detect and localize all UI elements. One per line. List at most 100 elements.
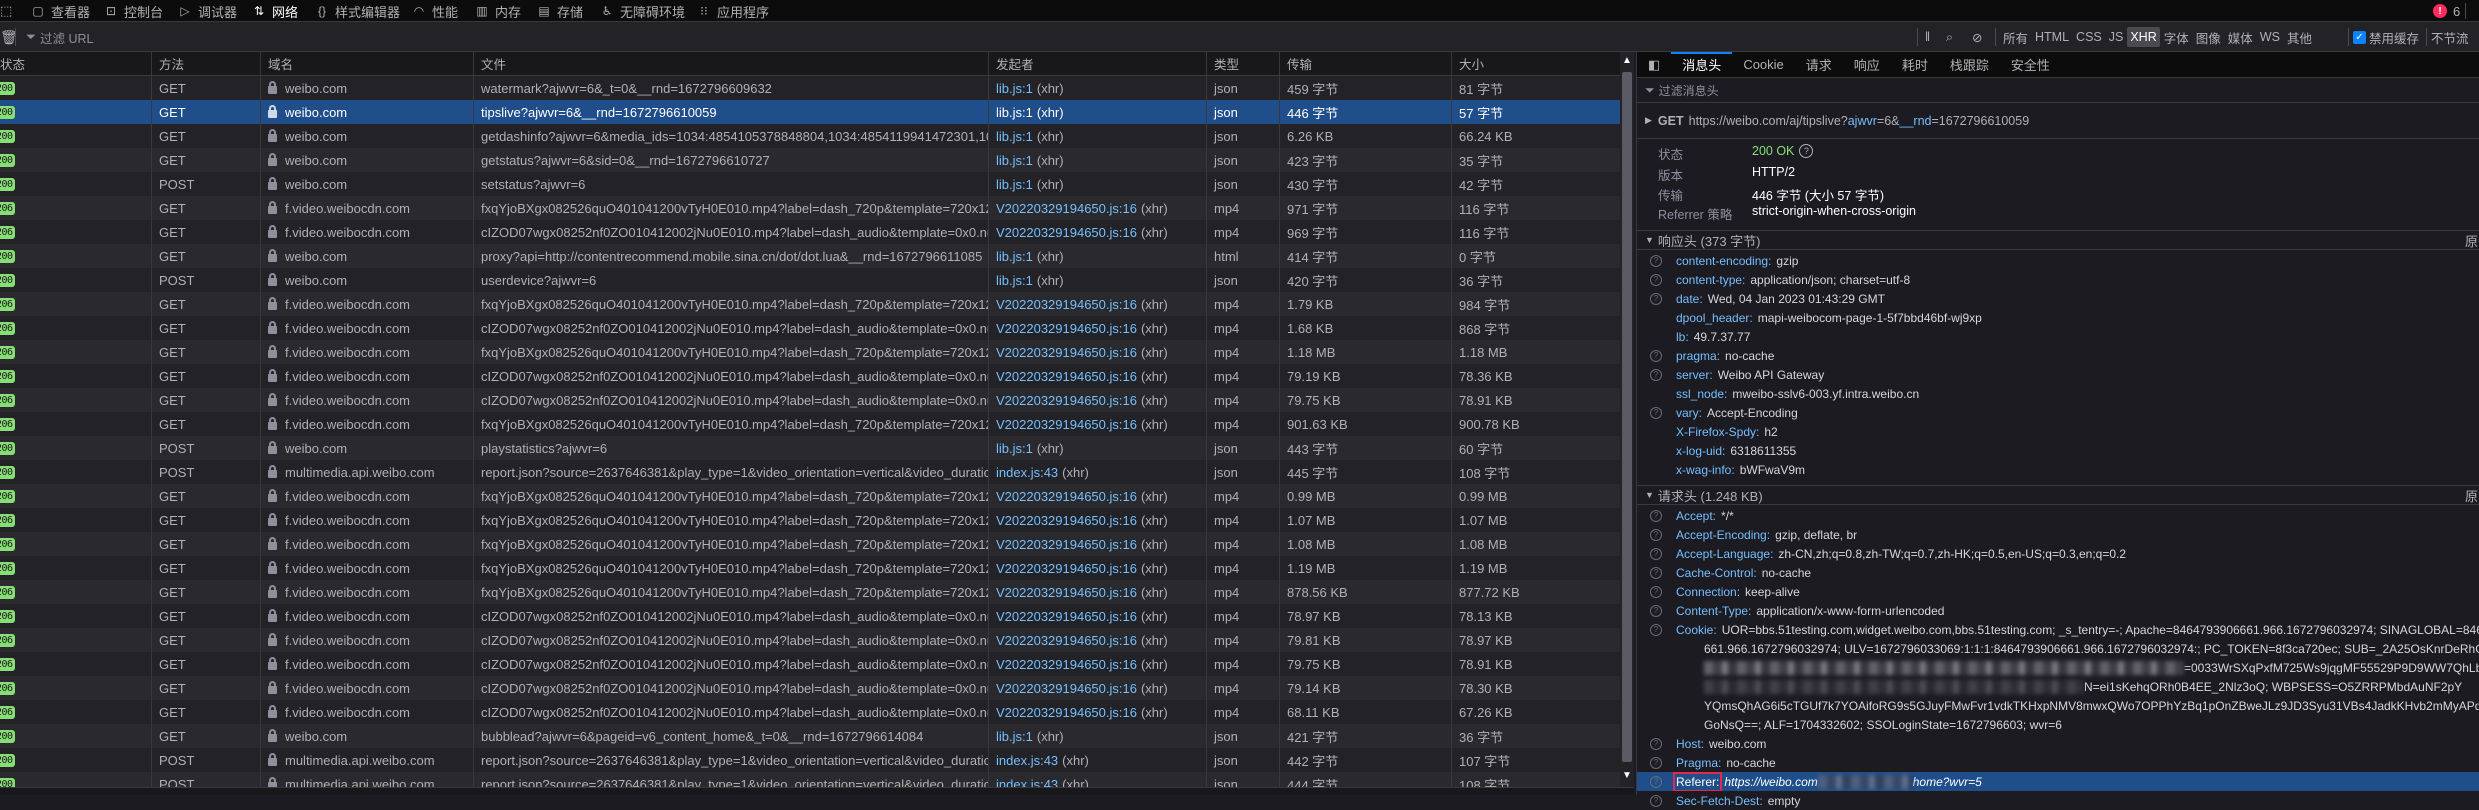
help-icon[interactable]: ? — [1650, 368, 1662, 381]
table-row[interactable]: 206 GET f.video.weibocdn.com cIZOD07wgx0825… — [0, 700, 1620, 724]
initiator-link[interactable]: V20220329194650.js:16 — [996, 705, 1137, 720]
header-row[interactable]: ? Cache-Control: no-cache — [1637, 563, 2479, 582]
tab-cookies[interactable]: Cookie — [1732, 52, 1794, 78]
help-icon[interactable]: ? — [1650, 794, 1662, 807]
request-headers-section[interactable]: ▼ 请求头 (1.248 KB) 原 — [1637, 485, 2479, 505]
table-row[interactable]: 206 GET f.video.weibocdn.com cIZOD07wgx0825… — [0, 364, 1620, 388]
help-icon[interactable]: ? — [1650, 585, 1662, 598]
filter-xhr[interactable]: XHR — [2127, 27, 2160, 47]
header-row[interactable]: ? Accept-Language: zh-CN,zh;q=0.8,zh-TW;q=… — [1637, 544, 2479, 563]
disable-cache-checkbox[interactable]: ✓ 禁用缓存 — [2353, 22, 2419, 52]
filter-ws[interactable]: WS — [2257, 27, 2283, 47]
tab-response[interactable]: 响应 — [1843, 52, 1891, 78]
header-row[interactable]: ? Accept: */* — [1637, 506, 2479, 525]
initiator-link[interactable]: V20220329194650.js:16 — [996, 417, 1137, 432]
tab-application[interactable]: ⁝⁝ 应用程序 — [697, 0, 769, 22]
initiator-link[interactable]: V20220329194650.js:16 — [996, 345, 1137, 360]
filter-js[interactable]: JS — [2106, 27, 2127, 47]
filter-fonts[interactable]: 字体 — [2161, 25, 2192, 50]
tab-stack-trace[interactable]: 栈跟踪 — [1939, 52, 2000, 78]
header-row-referer[interactable]: ? Referer: https://weibo.com home?wvr=5 — [1637, 772, 2479, 791]
help-icon[interactable]: ? — [1650, 509, 1662, 522]
initiator-link[interactable]: lib.js:1 — [996, 249, 1033, 264]
header-row[interactable]: ssl_node: mweibo-sslv6-003.yf.intra.weibo… — [1637, 384, 2479, 403]
table-row[interactable]: 200 POST multimedia.api.weibo.com report.js… — [0, 748, 1620, 772]
col-type[interactable]: 类型 — [1207, 52, 1280, 75]
col-size[interactable]: 大小 — [1452, 52, 1620, 75]
tab-performance[interactable]: ◠ 性能 — [412, 0, 458, 22]
table-row[interactable]: 206 GET f.video.weibocdn.com fxqYjoBXgx0825… — [0, 412, 1620, 436]
col-file[interactable]: 文件 — [474, 52, 989, 75]
scroll-up-icon[interactable]: ▲ — [1622, 55, 1632, 66]
initiator-link[interactable]: V20220329194650.js:16 — [996, 609, 1137, 624]
raw-toggle[interactable]: 原 — [2465, 486, 2478, 505]
col-status[interactable]: 状态 — [0, 52, 152, 75]
tab-accessibility[interactable]: ♿ 无障碍环境 — [600, 0, 685, 22]
help-icon[interactable]: ? — [1650, 528, 1662, 541]
table-row[interactable]: 206 GET f.video.weibocdn.com cIZOD07wgx0825… — [0, 604, 1620, 628]
initiator-link[interactable]: lib.js:1 — [996, 273, 1033, 288]
tab-request[interactable]: 请求 — [1795, 52, 1843, 78]
table-row[interactable]: 206 GET f.video.weibocdn.com cIZOD07wgx0825… — [0, 628, 1620, 652]
horizontal-scrollbar[interactable] — [0, 787, 1634, 795]
table-row[interactable]: 206 GET f.video.weibocdn.com fxqYjoBXgx0825… — [0, 196, 1620, 220]
header-row[interactable]: x-log-uid: 6318611355 — [1637, 441, 2479, 460]
block-icon[interactable]: ⊘ — [1972, 22, 1982, 52]
col-transferred[interactable]: 传输 — [1280, 52, 1452, 75]
table-row[interactable]: 206 GET f.video.weibocdn.com cIZOD07wgx0825… — [0, 388, 1620, 412]
tab-headers[interactable]: 消息头 — [1671, 51, 1733, 78]
table-row[interactable]: 206 GET f.video.weibocdn.com cIZOD07wgx0825… — [0, 676, 1620, 700]
table-row[interactable]: 200POSTweibo.comsetstatus?ajwvr=6lib.js:… — [0, 172, 1620, 196]
table-row[interactable]: 206 GET f.video.weibocdn.com fxqYjoBXgx0825… — [0, 508, 1620, 532]
table-row[interactable]: 200 GET weibo.com tipslive?ajwvr=6&__rnd=16… — [0, 100, 1620, 124]
initiator-link[interactable]: V20220329194650.js:16 — [996, 201, 1137, 216]
response-headers-section[interactable]: ▼ 响应头 (373 字节) 原 — [1637, 230, 2479, 250]
filter-media[interactable]: 媒体 — [2225, 25, 2256, 50]
filter-css[interactable]: CSS — [2073, 27, 2105, 47]
header-row-sec-fetch-dest[interactable]: ? Sec-Fetch-Dest: empty — [1637, 791, 2479, 810]
col-initiator[interactable]: 发起者 — [989, 52, 1207, 75]
header-row[interactable]: ? Cookie: UOR=bbs.51testing.com,widget.wei… — [1637, 620, 2479, 639]
table-row[interactable]: 200 GET weibo.com proxy?api=http://contentr… — [0, 244, 1620, 268]
table-row[interactable]: 206 GET f.video.weibocdn.com cIZOD07wgx0825… — [0, 316, 1620, 340]
initiator-link[interactable]: V20220329194650.js:16 — [996, 297, 1137, 312]
raw-toggle[interactable]: 原 — [2465, 231, 2478, 250]
table-row[interactable]: 206 GET f.video.weibocdn.com fxqYjoBXgx0825… — [0, 532, 1620, 556]
initiator-link[interactable]: V20220329194650.js:16 — [996, 657, 1137, 672]
header-row[interactable]: ? vary: Accept-Encoding — [1637, 403, 2479, 422]
filter-images[interactable]: 图像 — [2193, 25, 2224, 50]
table-row[interactable]: 206 GET f.video.weibocdn.com fxqYjoBXgx0825… — [0, 484, 1620, 508]
table-row[interactable]: 200POSTweibo.comuserdevice?ajwvr=6lib.js… — [0, 268, 1620, 292]
initiator-link[interactable]: V20220329194650.js:16 — [996, 537, 1137, 552]
table-row[interactable]: 206 GET f.video.weibocdn.com fxqYjoBXgx0825… — [0, 292, 1620, 316]
header-row[interactable]: ? content-encoding: gzip — [1637, 251, 2479, 270]
header-row[interactable]: ? date: Wed, 04 Jan 2023 01:43:29 GMT — [1637, 289, 2479, 308]
col-domain[interactable]: 域名 — [261, 52, 474, 75]
table-row[interactable]: 200 POST multimedia.api.weibo.com report.js… — [0, 460, 1620, 484]
initiator-link[interactable]: V20220329194650.js:16 — [996, 369, 1137, 384]
table-row[interactable]: 200 GET weibo.com getstatus?ajwvr=6&sid=0&_… — [0, 148, 1620, 172]
header-row[interactable]: ? content-type: application/json; charset=… — [1637, 270, 2479, 289]
help-icon[interactable]: ? — [1650, 737, 1662, 750]
pause-icon[interactable]: ‖ — [1925, 22, 1930, 52]
initiator-link[interactable]: lib.js:1 — [996, 81, 1033, 96]
table-row[interactable]: 200POSTweibo.complaystatistics?ajwvr=6li… — [0, 436, 1620, 460]
header-row[interactable]: ? pragma: no-cache — [1637, 346, 2479, 365]
request-url-line[interactable]: ▶ GET https://weibo.com/aj/tipslive? ajwv… — [1637, 103, 2479, 139]
help-icon[interactable]: ? — [1650, 756, 1662, 769]
error-count-button[interactable]: ! 6 — [2433, 0, 2460, 22]
table-row[interactable]: 206 GET f.video.weibocdn.com cIZOD07wgx0825… — [0, 652, 1620, 676]
header-row[interactable]: ? server: Weibo API Gateway — [1637, 365, 2479, 384]
tab-security[interactable]: 安全性 — [2000, 52, 2061, 78]
filter-other[interactable]: 其他 — [2284, 25, 2315, 50]
throttle-select[interactable]: 不节流 — [2431, 22, 2469, 52]
initiator-link[interactable]: lib.js:1 — [996, 105, 1033, 120]
tab-storage[interactable]: ▤ 存储 — [537, 0, 583, 22]
element-picker-icon[interactable]: ⬚ — [0, 0, 12, 22]
table-row[interactable]: 206 GET f.video.weibocdn.com fxqYjoBXgx0825… — [0, 556, 1620, 580]
tab-style-editor[interactable]: {} 样式编辑器 — [315, 0, 400, 22]
initiator-link[interactable]: index.js:43 — [996, 777, 1058, 788]
filter-html[interactable]: HTML — [2032, 27, 2072, 47]
initiator-link[interactable]: index.js:43 — [996, 465, 1058, 480]
table-row[interactable]: 206 GET f.video.weibocdn.com fxqYjoBXgx0825… — [0, 340, 1620, 364]
